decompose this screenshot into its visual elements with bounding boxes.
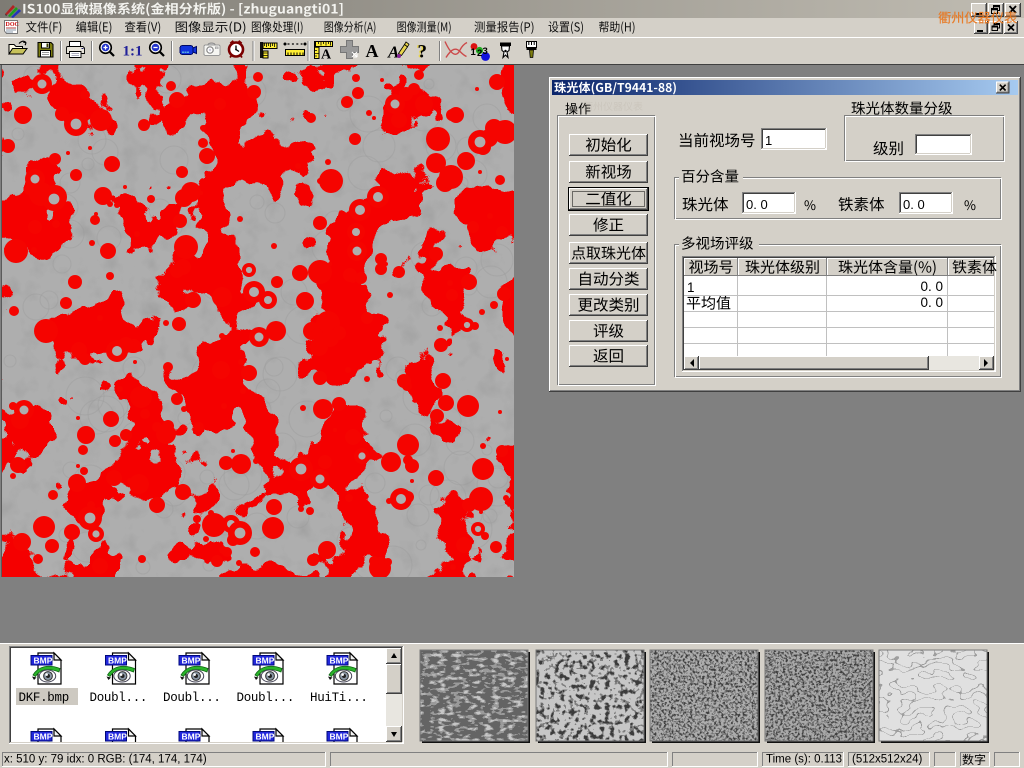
- svg-text:(512x512x24): (512x512x24): [852, 754, 922, 766]
- svg-text:x: 510 y: 79 idx: 0 RGB: (17: x: 510 y: 79 idx: 0 RGB: (174, 174, 174): [4, 754, 207, 766]
- svg-text:BMP: BMP: [256, 656, 275, 666]
- svg-text:Doubl...: Doubl...: [237, 691, 295, 705]
- svg-text:0. 0: 0. 0: [920, 295, 943, 310]
- svg-text:BMP: BMP: [108, 656, 127, 666]
- svg-text:1:1: 1:1: [123, 44, 143, 60]
- svg-text:BMP: BMP: [330, 656, 349, 666]
- svg-text:BMP: BMP: [108, 732, 127, 742]
- svg-text:3: 3: [483, 46, 488, 57]
- svg-text:2: 2: [477, 48, 482, 59]
- svg-text:Doubl...: Doubl...: [163, 691, 221, 705]
- svg-text:0. 0: 0. 0: [903, 197, 925, 212]
- svg-text:A: A: [366, 41, 379, 61]
- svg-text:A: A: [321, 48, 332, 63]
- svg-text:BMP: BMP: [182, 732, 201, 742]
- svg-text:Time (s): 0.113: Time (s): 0.113: [766, 754, 842, 766]
- svg-text:DOC: DOC: [6, 22, 19, 28]
- svg-text:HuiTi...: HuiTi...: [310, 691, 368, 705]
- svg-text:0. 0: 0. 0: [920, 279, 943, 294]
- svg-text:0. 0: 0. 0: [746, 197, 768, 212]
- svg-text:Doubl...: Doubl...: [90, 691, 148, 705]
- svg-text:A: A: [387, 43, 399, 62]
- svg-text:1: 1: [687, 280, 695, 295]
- svg-text:BMP: BMP: [330, 732, 349, 742]
- svg-text:1: 1: [471, 47, 477, 58]
- svg-text:BMP: BMP: [34, 656, 53, 666]
- svg-text:BMP: BMP: [182, 656, 201, 666]
- svg-text:1: 1: [765, 133, 772, 148]
- svg-text:BMP: BMP: [256, 732, 275, 742]
- svg-text:BMP: BMP: [34, 732, 53, 742]
- svg-text:?: ?: [418, 42, 428, 63]
- svg-text:DKF.bmp: DKF.bmp: [19, 691, 69, 705]
